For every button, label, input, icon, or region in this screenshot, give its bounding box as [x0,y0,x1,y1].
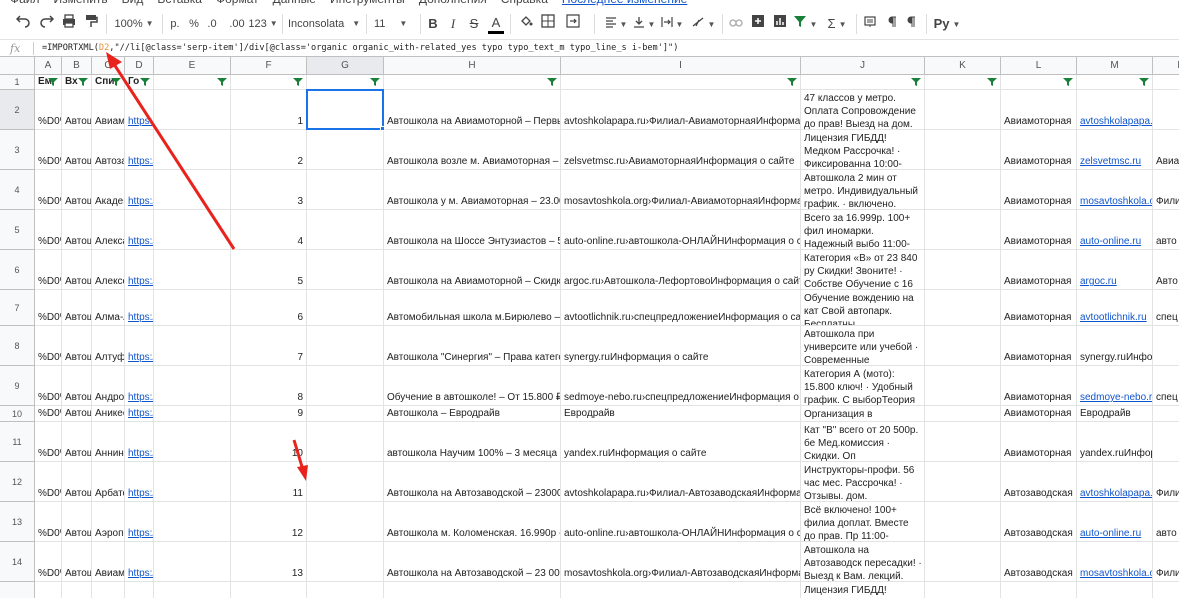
arrow-to-formula-ref [106,52,236,250]
arrow-to-row-11 [292,439,308,481]
annotation-arrows [106,52,308,481]
